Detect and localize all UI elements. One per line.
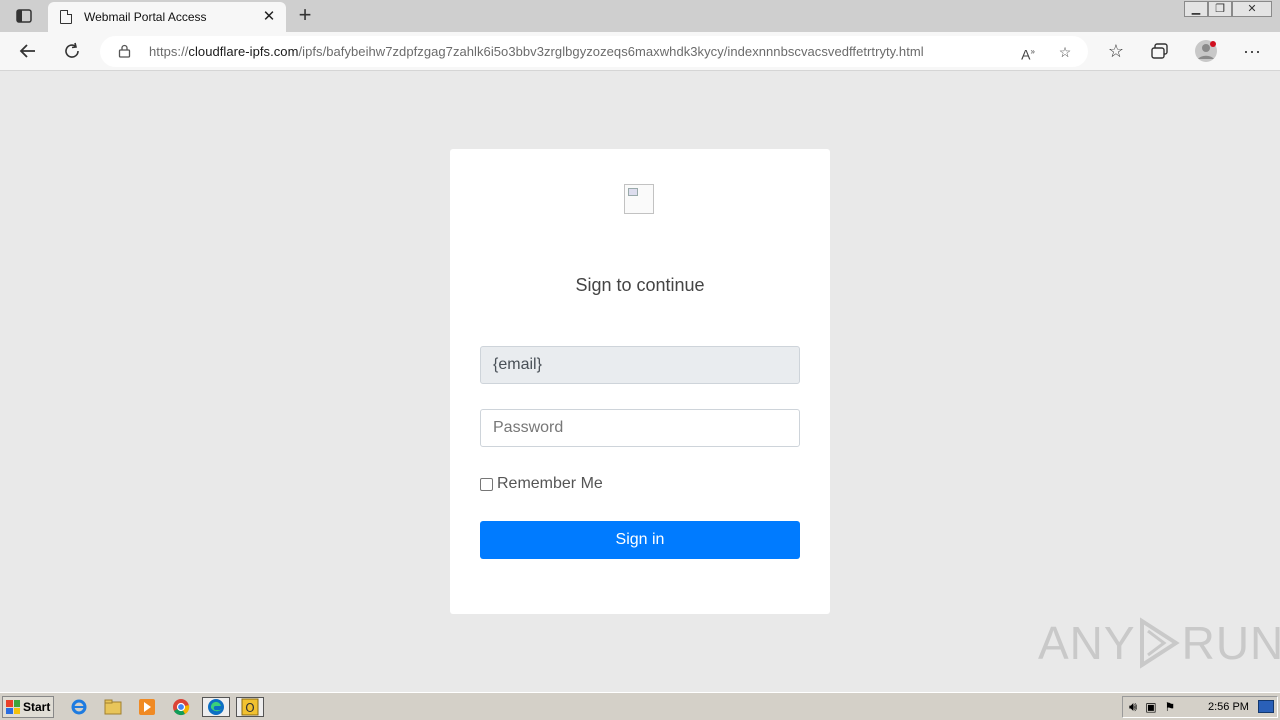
show-desktop-icon[interactable] bbox=[1258, 700, 1274, 713]
ie-icon[interactable] bbox=[68, 697, 90, 717]
tab-close-icon[interactable]: ✕ bbox=[260, 8, 278, 26]
more-menu-icon[interactable]: ··· bbox=[1239, 39, 1265, 63]
minimize-button[interactable]: ▁ bbox=[1184, 1, 1208, 17]
tab-actions-icon[interactable] bbox=[10, 6, 38, 26]
read-aloud-icon[interactable]: A» bbox=[1018, 42, 1038, 63]
email-field[interactable]: {email} bbox=[480, 346, 800, 384]
browser-tab-bar: Webmail Portal Access ✕ + ▁ ❐ ✕ bbox=[0, 0, 1280, 32]
browser-tab[interactable]: Webmail Portal Access ✕ bbox=[48, 2, 286, 32]
clock: 2:56 PM bbox=[1208, 701, 1249, 713]
lock-icon[interactable] bbox=[118, 44, 131, 58]
browser-toolbar: https://cloudflare-ipfs.com/ipfs/bafybei… bbox=[0, 32, 1280, 71]
remember-checkbox[interactable] bbox=[480, 477, 493, 491]
app-o-icon[interactable]: O bbox=[236, 697, 264, 717]
watermark-right: RUN bbox=[1181, 617, 1280, 669]
page-icon bbox=[60, 10, 72, 24]
password-field[interactable]: Password bbox=[480, 409, 800, 447]
remember-me[interactable]: Remember Me bbox=[480, 475, 603, 493]
edge-icon[interactable] bbox=[202, 697, 230, 717]
windows-flag-icon bbox=[6, 700, 20, 714]
start-label: Start bbox=[23, 700, 51, 714]
back-icon[interactable] bbox=[15, 39, 41, 63]
explorer-icon[interactable] bbox=[102, 697, 124, 717]
remember-label: Remember Me bbox=[497, 475, 603, 492]
favorites-icon[interactable]: ☆ bbox=[1103, 39, 1129, 63]
page-content: Sign to continue {email} Password Rememb… bbox=[0, 71, 1280, 692]
system-tray: 🔊︎ ▣ ⚑ bbox=[1122, 696, 1278, 718]
tab-title: Webmail Portal Access bbox=[84, 10, 207, 24]
chrome-icon[interactable] bbox=[170, 697, 192, 717]
media-player-icon[interactable] bbox=[136, 697, 158, 717]
page-title: Sign to continue bbox=[575, 275, 705, 295]
add-favorite-icon[interactable]: ☆ bbox=[1055, 42, 1075, 62]
svg-text:O: O bbox=[245, 701, 254, 715]
restore-button[interactable]: ❐ bbox=[1208, 1, 1232, 17]
url-domain: cloudflare-ipfs.com bbox=[188, 44, 299, 59]
anyrun-watermark: ANY RUN bbox=[1038, 616, 1280, 670]
url-text[interactable]: https://cloudflare-ipfs.com/ipfs/bafybei… bbox=[149, 44, 924, 59]
url-prefix: https:// bbox=[149, 44, 189, 59]
address-bar[interactable]: https://cloudflare-ipfs.com/ipfs/bafybei… bbox=[100, 36, 1088, 67]
play-logo-icon bbox=[1139, 617, 1180, 669]
network-icon[interactable]: ▣ bbox=[1145, 700, 1156, 714]
broken-image-icon bbox=[624, 184, 654, 214]
close-window-button[interactable]: ✕ bbox=[1232, 1, 1272, 17]
login-card: Sign to continue {email} Password Rememb… bbox=[450, 149, 830, 614]
profile-avatar[interactable] bbox=[1193, 39, 1219, 63]
refresh-icon[interactable] bbox=[59, 39, 85, 63]
url-path: /ipfs/bafybeihw7zdpfzgag7zahlk6i5o3bbv3z… bbox=[298, 44, 924, 59]
watermark-left: ANY bbox=[1038, 617, 1136, 669]
action-center-flag-icon[interactable]: ⚑ bbox=[1165, 700, 1176, 714]
signin-button[interactable]: Sign in bbox=[480, 521, 800, 559]
taskbar: Start O 🔊︎ ▣ ⚑ 2:56 PM bbox=[0, 692, 1280, 720]
collections-icon[interactable] bbox=[1147, 39, 1173, 63]
start-button[interactable]: Start bbox=[2, 696, 54, 718]
volume-icon[interactable]: 🔊︎ bbox=[1129, 699, 1137, 715]
new-tab-icon[interactable]: + bbox=[294, 4, 316, 26]
